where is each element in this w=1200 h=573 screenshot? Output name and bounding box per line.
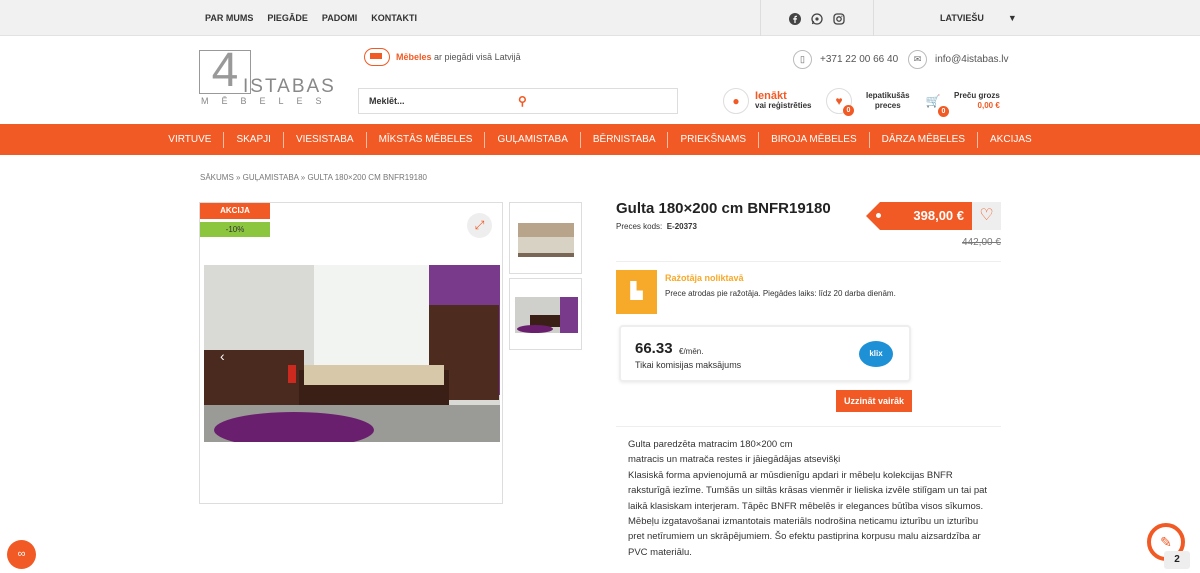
description-line: Mēbeļu izgatavošanai izmantotais materiā… [628, 516, 981, 558]
search-input[interactable]: Meklēt... [369, 96, 518, 106]
instagram-icon[interactable] [833, 12, 845, 25]
old-price: 442,00 € [962, 237, 1001, 248]
thumbnail-2[interactable] [509, 278, 582, 350]
installment-amount: 66.33 [635, 340, 673, 357]
heart-outline-icon: ♡ [979, 207, 994, 224]
main-nav: VIRTUVE SKAPJI VIESISTABA MĪKSTĀS MĒBELE… [0, 124, 1200, 155]
cart-icon: 🛒 0 [920, 88, 949, 117]
whatsapp-icon[interactable] [811, 12, 823, 25]
nav-office[interactable]: BIROJA MĒBELES [759, 131, 870, 148]
nav-bedroom[interactable]: GUĻAMISTABA [485, 131, 581, 148]
user-icon: ● [723, 88, 749, 114]
facebook-icon[interactable] [789, 12, 801, 25]
favorites-count: 0 [843, 105, 854, 116]
cart-title: Preču grozs [954, 91, 1000, 100]
heart-icon: ♥ 0 [826, 88, 854, 116]
description-line: Gulta paredzēta matracim 180×200 cm [628, 439, 793, 450]
login-link[interactable]: ● Ienākt vai reģistrēties [723, 88, 811, 114]
top-bar: PAR MUMS PIEGĀDE PADOMI KONTAKTI LATVIEŠ… [0, 0, 1200, 36]
stock-info: ▙ Ražotāja noliktavā Prece atrodas pie r… [616, 270, 896, 314]
breadcrumb[interactable]: SĀKUMS » GUĻAMISTABA » GULTA 180×200 CM … [200, 173, 427, 182]
sale-badge: AKCIJA [200, 203, 270, 219]
search-icon[interactable]: ⚲ [518, 94, 667, 108]
email-address: info@4istabas.lv [935, 54, 1009, 65]
infinity-icon: ∞ [17, 548, 26, 560]
product-main-image[interactable] [204, 265, 500, 442]
discount-badge: -10% [200, 222, 270, 237]
logo-word: ISTABAS [243, 76, 336, 97]
stock-title: Ražotāja noliktavā [665, 273, 744, 283]
phone-number: +371 22 00 66 40 [820, 54, 899, 65]
expand-icon[interactable]: ⤢ [467, 213, 492, 238]
phone-icon: ▯ [793, 50, 812, 69]
nav-kids-room[interactable]: BĒRNISTABA [581, 131, 669, 148]
delivery-text: ar piegādi visā Latvijā [431, 52, 521, 62]
stock-text: Prece atrodas pie ražotāja. Piegādes lai… [665, 289, 896, 298]
social-links [760, 0, 874, 36]
factory-icon: ▙ [616, 270, 657, 314]
nav-sales[interactable]: AKCIJAS [978, 132, 1044, 148]
installment-note: Tikai komisijas maksājums [635, 360, 742, 370]
nav-garden[interactable]: DĀRZA MĒBELES [870, 131, 979, 148]
caret-down-icon: ▼ [1007, 13, 1017, 23]
product-gallery: AKCIJA -10% ⤢ ‹ [199, 202, 503, 504]
cart-count: 0 [938, 106, 949, 117]
installment-box: 66.33 €/mēn. Tikai komisijas maksājums k… [619, 325, 911, 382]
search-box[interactable]: Meklēt... ⚲ [358, 88, 678, 114]
chevron-left-icon[interactable]: ‹ [220, 348, 225, 364]
delivery-bold: Mēbeles [396, 52, 432, 62]
description-line: matracis un matrača restes ir jāiegādāja… [628, 454, 841, 466]
code-value: E-20373 [666, 222, 697, 231]
favorites-sub: preces [874, 101, 901, 110]
top-link-tips[interactable]: PADOMI [322, 13, 357, 23]
learn-more-button[interactable]: Uzzināt vairāk [836, 390, 912, 412]
favorites-title: Iepatikušās [866, 91, 910, 100]
nav-upholstered[interactable]: MĪKSTĀS MĒBELES [367, 131, 486, 148]
envelope-icon: ✉ [908, 50, 927, 69]
nav-wardrobes[interactable]: SKAPJI [224, 131, 284, 148]
installment-unit: €/mēn. [679, 347, 704, 356]
delivery-info: Mēbeles ar piegādi visā Latvijā [364, 48, 521, 66]
notification-count: 2 [1164, 551, 1190, 569]
site-logo[interactable]: 4 ISTABAS MĒBELES [199, 47, 341, 108]
language-selector[interactable]: LATVIEŠU ▼ [940, 0, 1017, 36]
login-title: Ienākt [755, 90, 787, 102]
top-nav: PAR MUMS PIEGĀDE PADOMI KONTAKTI [205, 0, 417, 36]
top-link-about[interactable]: PAR MUMS [205, 13, 253, 23]
product-description: Gulta paredzēta matracim 180×200 cm matr… [616, 426, 1001, 570]
nav-kitchen[interactable]: VIRTUVE [156, 131, 225, 148]
phone-contact[interactable]: ▯ +371 22 00 66 40 [793, 50, 898, 69]
top-link-contacts[interactable]: KONTAKTI [371, 13, 417, 23]
cart-total: 0,00 € [977, 101, 1000, 110]
description-line: Klasiskā forma apvienojumā ar mūsdienīgu… [628, 469, 988, 512]
klix-logo: klix [859, 341, 893, 367]
price-tag: 398,00 € [866, 202, 972, 230]
add-to-favorites-button[interactable]: ♡ [972, 202, 1001, 230]
nav-living-room[interactable]: VIESISTABA [284, 131, 367, 148]
logo-sub: MĒBELES [201, 96, 335, 106]
truck-icon [364, 48, 390, 66]
divider [616, 261, 1001, 262]
code-label: Preces kods: [616, 222, 663, 231]
language-label: LATVIEŠU [940, 13, 984, 23]
email-contact[interactable]: ✉ info@4istabas.lv [908, 50, 1009, 69]
product-title: Gulta 180×200 cm BNFR19180 [616, 200, 831, 217]
favorites-link[interactable]: ♥ 0 Iepatikušās preces [826, 88, 910, 116]
accessibility-button[interactable]: ∞ [7, 540, 36, 569]
thumbnail-1[interactable] [509, 202, 582, 274]
chat-bubble-icon: ✎ [1160, 534, 1172, 550]
product-code: Preces kods: E-20373 [616, 222, 697, 231]
top-link-delivery[interactable]: PIEGĀDE [267, 13, 308, 23]
nav-hallway[interactable]: PRIEKŠNAMS [668, 131, 760, 148]
cart-link[interactable]: 🛒 0 Preču grozs 0,00 € [920, 88, 1000, 117]
login-sub: vai reģistrēties [755, 101, 812, 110]
